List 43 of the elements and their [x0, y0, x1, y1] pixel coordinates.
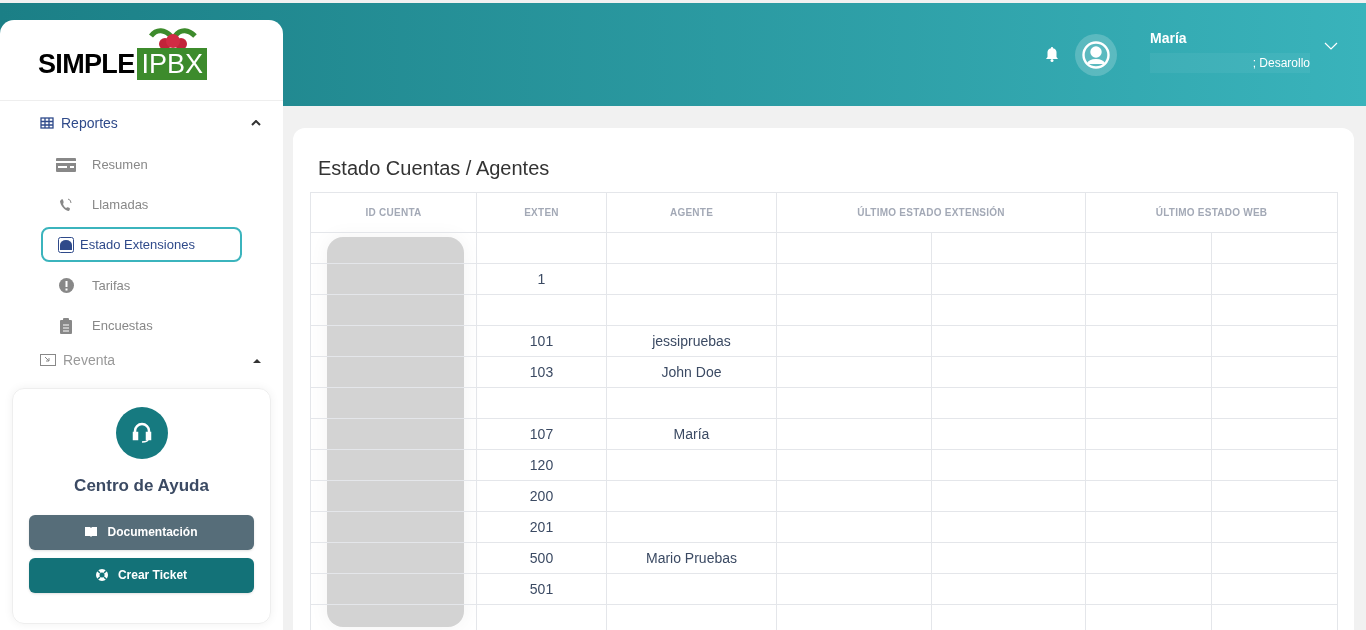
- table-cell: 201: [476, 511, 607, 543]
- nav-section[interactable]: Reventa: [0, 350, 283, 370]
- table-cell: 101: [476, 325, 607, 357]
- column-header: ID CUENTA: [310, 192, 477, 233]
- column-header: AGENTE: [606, 192, 777, 233]
- sidebar-item[interactable]: Resumen: [41, 149, 242, 182]
- column-header: ÚLTIMO ESTADO WEB: [1085, 192, 1338, 233]
- section-icon: [40, 354, 56, 366]
- table-cell: 120: [476, 449, 607, 481]
- column-header: EXTEN: [476, 192, 607, 233]
- box-icon: [58, 236, 74, 253]
- help-title: Centro de Ayuda: [74, 475, 209, 497]
- bell-icon[interactable]: [1045, 47, 1059, 62]
- table-cell: 107: [476, 418, 607, 450]
- section-icon: [40, 117, 54, 129]
- alert-icon: [56, 278, 76, 294]
- table-cell: 1: [476, 263, 607, 295]
- user-name: María: [1150, 29, 1188, 48]
- avatar-icon[interactable]: [1075, 33, 1117, 76]
- nav-section[interactable]: Reportes: [0, 113, 283, 133]
- user-role: ; Desarollo: [1252, 55, 1310, 72]
- page-title: Estado Cuentas / Agentes: [317, 156, 551, 181]
- table-cell: jessipruebas: [606, 325, 777, 357]
- table-cell: 501: [476, 573, 607, 605]
- logo: SIMPLE IPBX: [38, 28, 207, 80]
- book-icon: [85, 527, 98, 537]
- column-header: ÚLTIMO ESTADO EXTENSIÓN: [776, 192, 1086, 233]
- sidebar-item[interactable]: Tarifas: [41, 269, 242, 302]
- sidebar-item[interactable]: Encuestas: [41, 309, 242, 342]
- table-cell: María: [606, 418, 777, 450]
- lifebuoy-icon: [95, 569, 108, 581]
- documentation-button[interactable]: Documentación: [29, 514, 254, 550]
- sidebar-item[interactable]: Llamadas: [41, 189, 242, 222]
- table-cell: 103: [476, 356, 607, 388]
- ticket-button[interactable]: Crear Ticket: [29, 557, 254, 593]
- table-cell: Mario Pruebas: [606, 542, 777, 574]
- table-cell: 200: [476, 480, 607, 512]
- table-cell: 500: [476, 542, 607, 574]
- sidebar-item[interactable]: Estado Extensiones: [41, 227, 242, 262]
- headset-icon: [115, 407, 168, 459]
- table-cell: John Doe: [606, 356, 777, 388]
- card-icon: [56, 158, 76, 173]
- chevron-down-icon[interactable]: [1324, 41, 1338, 50]
